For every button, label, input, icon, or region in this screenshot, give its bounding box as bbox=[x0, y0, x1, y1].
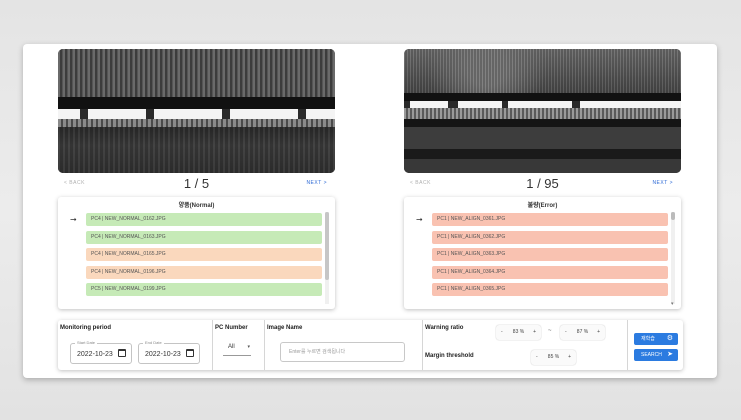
start-date-value: 2022-10-23 bbox=[77, 351, 113, 358]
image-name-label: Image Name bbox=[267, 325, 303, 331]
normal-page-counter: 1 / 5 bbox=[183, 176, 210, 191]
range-separator: ~ bbox=[548, 328, 552, 334]
error-pager: < BACK 1 / 95 NEXT > bbox=[404, 175, 681, 195]
start-date-field[interactable]: Start Date 2022-10-23 bbox=[70, 340, 132, 364]
retrain-button[interactable]: 재학습 ⚙ bbox=[634, 333, 678, 345]
chevron-down-icon: ▾ bbox=[247, 344, 250, 350]
error-list-title: 불량(Error) bbox=[527, 203, 558, 209]
end-date-field[interactable]: End Date 2022-10-23 bbox=[138, 340, 200, 364]
list-item[interactable]: PC1 | NEW_ALIGN_0363.JPG bbox=[432, 248, 668, 261]
monitoring-period-section: Monitoring period Start Date 2022-10-23 … bbox=[58, 320, 213, 370]
normal-next-button[interactable]: NEXT > bbox=[306, 180, 327, 186]
gear-icon: ⚙ bbox=[666, 335, 673, 342]
normal-image-list: 양품(Normal) ➞ PC4 | NEW_NORMAL_0162.JPG P… bbox=[58, 197, 335, 309]
chevron-down-icon[interactable]: ▾ bbox=[671, 301, 674, 307]
error-image-preview bbox=[404, 49, 681, 173]
end-date-value: 2022-10-23 bbox=[145, 351, 181, 358]
normal-list-scrollbar[interactable] bbox=[325, 212, 329, 304]
increment-button[interactable]: + bbox=[533, 329, 536, 335]
start-date-caption: Start Date bbox=[75, 340, 98, 345]
list-item[interactable]: PC4 | NEW_NORMAL_0196.JPG bbox=[86, 265, 322, 279]
search-button[interactable]: SEARCH ➤ bbox=[634, 349, 678, 361]
warning-ratio-label: Warning ratio bbox=[425, 325, 464, 331]
warning-min-stepper[interactable]: - 83 % + bbox=[496, 325, 541, 340]
main-card: < BACK 1 / 5 NEXT > 양품(Normal) ➞ PC4 | N… bbox=[23, 44, 717, 378]
margin-threshold-stepper[interactable]: - 85 % + bbox=[531, 350, 576, 365]
error-list-scrollbar[interactable]: ▾ bbox=[671, 212, 675, 307]
increment-button[interactable]: + bbox=[597, 329, 600, 335]
warning-max-stepper[interactable]: - 87 % + bbox=[560, 325, 605, 340]
calendar-icon[interactable] bbox=[118, 349, 126, 357]
margin-threshold-label: Margin threshold bbox=[425, 353, 474, 359]
threshold-section: Warning ratio - 83 % + ~ - 87 % + Margin… bbox=[423, 320, 628, 370]
list-item[interactable]: PC5 | NEW_NORMAL_0199.JPG bbox=[86, 283, 322, 296]
monitoring-period-label: Monitoring period bbox=[60, 325, 111, 331]
list-item[interactable]: PC1 | NEW_ALIGN_0365.JPG bbox=[432, 283, 668, 296]
pc-number-select[interactable]: All ▾ bbox=[223, 342, 251, 356]
error-next-button[interactable]: NEXT > bbox=[652, 180, 673, 186]
normal-pager: < BACK 1 / 5 NEXT > bbox=[58, 175, 335, 195]
end-date-caption: End Date bbox=[143, 340, 164, 345]
normal-image-preview bbox=[58, 49, 335, 173]
filter-bar: Monitoring period Start Date 2022-10-23 … bbox=[58, 320, 683, 370]
list-item[interactable]: PC1 | NEW_ALIGN_0362.JPG bbox=[432, 230, 668, 244]
calendar-icon[interactable] bbox=[186, 349, 194, 357]
error-image-list: 불량(Error) ➞ PC1 | NEW_ALIGN_0361.JPG PC1… bbox=[404, 197, 681, 309]
retrain-label: 재학습 bbox=[641, 336, 655, 342]
increment-button[interactable]: + bbox=[568, 354, 571, 360]
list-item[interactable]: PC1 | NEW_ALIGN_0364.JPG bbox=[432, 265, 668, 279]
pc-number-label: PC Number bbox=[215, 325, 248, 331]
search-label: SEARCH bbox=[641, 352, 662, 358]
action-section: 재학습 ⚙ SEARCH ➤ bbox=[628, 320, 683, 370]
list-item[interactable]: PC4 | NEW_NORMAL_0165.JPG bbox=[86, 248, 322, 261]
list-item[interactable]: PC4 | NEW_NORMAL_0162.JPG bbox=[86, 213, 322, 226]
error-page-counter: 1 / 95 bbox=[526, 176, 559, 191]
normal-list-title: 양품(Normal) bbox=[178, 203, 215, 209]
arrow-right-icon: ➞ bbox=[70, 215, 77, 224]
error-viewer: < BACK 1 / 95 NEXT > 불량(Error) ➞ PC1 | N… bbox=[404, 49, 681, 309]
image-name-section: Image Name Enter를 누르면 검색됩니다 bbox=[265, 320, 423, 370]
image-name-input[interactable]: Enter를 누르면 검색됩니다 bbox=[280, 342, 405, 362]
normal-viewer: < BACK 1 / 5 NEXT > 양품(Normal) ➞ PC4 | N… bbox=[58, 49, 335, 309]
list-item[interactable]: PC4 | NEW_NORMAL_0163.JPG bbox=[86, 230, 322, 244]
send-icon: ➤ bbox=[667, 351, 673, 358]
arrow-right-icon: ➞ bbox=[416, 215, 423, 224]
list-item[interactable]: PC1 | NEW_ALIGN_0361.JPG bbox=[432, 213, 668, 226]
pc-number-section: PC Number All ▾ bbox=[213, 320, 265, 370]
pc-number-value: All bbox=[228, 344, 235, 350]
